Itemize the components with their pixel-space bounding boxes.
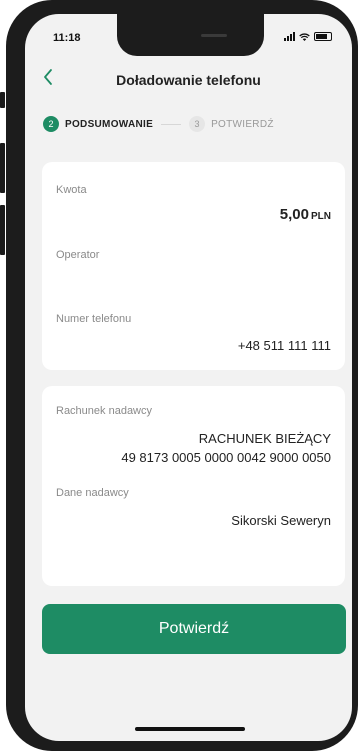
notch — [117, 14, 264, 56]
phone-number-label: Numer telefonu — [56, 313, 132, 325]
battery-icon — [314, 32, 332, 41]
amount-value: 5,00 PLN — [280, 206, 331, 223]
amount-currency: PLN — [311, 211, 331, 222]
sender-account-number: 49 8173 0005 0000 0042 9000 0050 — [121, 450, 331, 465]
sender-account-label: Rachunek nadawcy — [56, 405, 153, 417]
stepper: 2 PODSUMOWANIE 3 POTWIERDŹ — [25, 112, 352, 136]
status-bar: 11:18 — [25, 14, 352, 58]
amount-number: 5,00 — [279, 206, 309, 223]
step-summary: 2 PODSUMOWANIE — [43, 116, 153, 132]
step-summary-label: PODSUMOWANIE — [65, 118, 154, 130]
phone-frame: 11:18 Doładowanie telefonu 2 PODSUMOWANI… — [6, 0, 358, 751]
side-button-silent — [0, 92, 5, 108]
operator-label: Operator — [56, 249, 100, 261]
step-confirm: 3 POTWIERDŹ — [189, 116, 274, 132]
top-bar: Doładowanie telefonu — [25, 62, 352, 98]
side-button-volume-up — [0, 143, 5, 193]
speaker-grille — [201, 34, 227, 37]
phone-number-value: +48 511 111 111 — [237, 338, 331, 353]
status-time: 11:18 — [53, 32, 81, 44]
step-confirm-label: POTWIERDŹ — [211, 118, 274, 130]
summary-card: Kwota 5,00 PLN Operator Numer telefonu +4… — [42, 162, 345, 370]
sender-account-name: RACHUNEK BIEŻĄCY — [198, 431, 331, 446]
sender-card: Rachunek nadawcy RACHUNEK BIEŻĄCY 49 817… — [42, 386, 345, 586]
amount-label: Kwota — [56, 184, 87, 196]
status-icons — [284, 32, 332, 41]
signal-icon — [284, 32, 295, 41]
sender-data-label: Dane nadawcy — [56, 487, 129, 499]
side-button-volume-down — [0, 205, 5, 255]
sender-data-value: Sikorski Seweryn — [231, 513, 331, 528]
screen: 11:18 Doładowanie telefonu 2 PODSUMOWANI… — [25, 14, 352, 741]
wifi-icon — [299, 32, 310, 41]
page-title: Doładowanie telefonu — [116, 72, 261, 88]
home-indicator[interactable] — [135, 727, 245, 731]
step-confirm-number: 3 — [189, 116, 206, 132]
step-summary-number: 2 — [43, 116, 59, 132]
confirm-button[interactable]: Potwierdź — [42, 604, 346, 654]
step-divider — [161, 123, 182, 125]
